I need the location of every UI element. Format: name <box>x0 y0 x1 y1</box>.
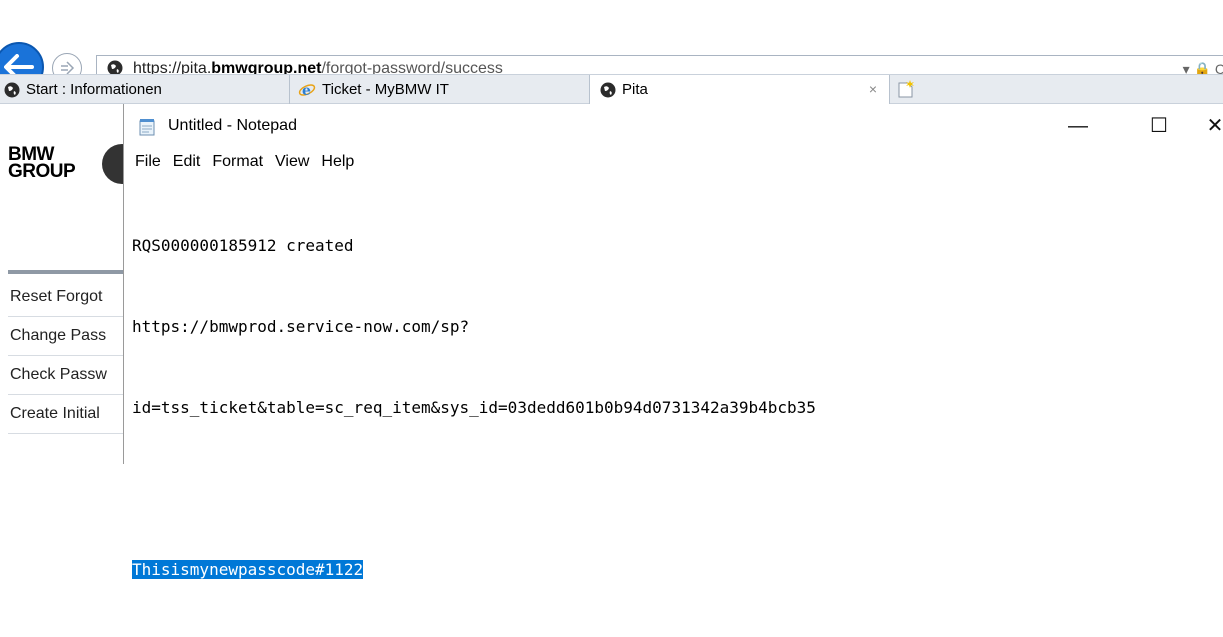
notepad-icon <box>139 119 155 136</box>
minimize-button[interactable]: — <box>1055 110 1101 142</box>
bmw-group-logo: BMW GROUP <box>8 145 76 182</box>
logo-line: GROUP <box>8 161 76 182</box>
globe-icon <box>4 82 20 98</box>
tab-close-icon[interactable]: × <box>869 75 877 104</box>
tab-pita[interactable]: Pita × <box>590 75 890 105</box>
maximize-button[interactable]: ☐ <box>1136 110 1182 142</box>
tab-label: Start : Informationen <box>26 81 162 98</box>
browser-address-area: https://pita.bmwgroup.net/forgot-passwor… <box>0 22 1223 92</box>
notepad-title: Untitled - Notepad <box>168 117 297 134</box>
text-line: id=tss_ticket&table=sc_req_item&sys_id=0… <box>132 398 816 417</box>
tab-start-informationen[interactable]: Start : Informationen <box>0 75 290 104</box>
ie-icon: e <box>298 83 316 99</box>
text-line <box>132 475 816 502</box>
globe-icon <box>600 82 616 98</box>
tab-strip: Start : Informationen e Ticket - MyBMW I… <box>0 74 1223 105</box>
notepad-menubar: File Edit Format View Help <box>124 148 1223 176</box>
tab-label: Pita <box>622 81 648 98</box>
text-line-selected: Thisismynewpasscode#1122 <box>132 556 816 583</box>
menu-view[interactable]: View <box>269 148 315 176</box>
notepad-window: Untitled - Notepad — ☐ ✕ File Edit Format V… <box>123 104 1223 579</box>
menu-help[interactable]: Help <box>315 148 360 176</box>
notepad-text-area[interactable]: RQS000000185912 created https://bmwprod.… <box>132 178 816 637</box>
close-button[interactable]: ✕ <box>1192 110 1223 142</box>
text-line: https://bmwprod.service-now.com/sp? <box>132 317 470 336</box>
notepad-titlebar[interactable]: Untitled - Notepad — ☐ ✕ <box>124 104 1223 148</box>
tab-ticket-mybmw-it[interactable]: e Ticket - MyBMW IT <box>290 75 590 104</box>
tab-label: Ticket - MyBMW IT <box>322 81 449 98</box>
text-line: RQS000000185912 created <box>132 236 354 255</box>
menu-format[interactable]: Format <box>206 148 269 176</box>
selected-text[interactable]: Thisismynewpasscode#1122 <box>132 560 364 579</box>
svg-text:e: e <box>302 83 311 99</box>
new-tab-icon[interactable] <box>896 79 916 99</box>
menu-edit[interactable]: Edit <box>167 148 207 176</box>
menu-file[interactable]: File <box>124 148 167 176</box>
